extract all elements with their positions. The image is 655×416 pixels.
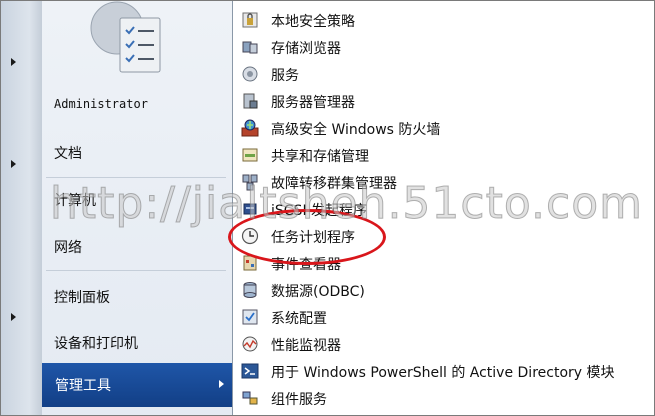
submenu-item-services[interactable]: 服务 xyxy=(233,61,655,87)
submenu-label: 共享和存储管理 xyxy=(271,149,369,165)
start-menu-left-strip xyxy=(0,0,43,416)
services-icon xyxy=(242,66,258,82)
submenu-label: 服务 xyxy=(271,68,299,84)
storage-explorer-icon xyxy=(242,41,258,54)
pane-separator xyxy=(46,177,226,178)
powershell-icon xyxy=(241,363,259,379)
submenu-label: 故障转移群集管理器 xyxy=(271,176,397,192)
submenu-item-ad-powershell[interactable]: 用于 Windows PowerShell 的 Active Directory… xyxy=(233,358,655,384)
submenu-item-iscsi[interactable]: iSCSI 发起程序 xyxy=(233,196,655,222)
submenu-item-system-config[interactable]: 系统配置 xyxy=(233,304,655,330)
submenu-item-failover-cluster[interactable]: 故障转移群集管理器 xyxy=(233,169,655,195)
server-manager-icon xyxy=(243,93,258,109)
submenu-label: 事件查看器 xyxy=(271,257,341,273)
failover-cluster-icon xyxy=(242,174,258,191)
performance-monitor-icon xyxy=(242,336,258,352)
firewall-icon xyxy=(241,119,259,137)
submenu-label: 系统配置 xyxy=(271,311,327,327)
submenu-label: 用于 Windows PowerShell 的 Active Directory… xyxy=(271,365,615,381)
component-services-icon xyxy=(242,391,258,405)
username[interactable]: Administrator xyxy=(54,97,148,111)
submenu-item-event-viewer[interactable]: 事件查看器 xyxy=(233,250,655,276)
submenu-label: 组件服务 xyxy=(271,392,327,408)
expand-arrow-icon[interactable] xyxy=(11,160,16,168)
share-storage-icon xyxy=(242,148,258,162)
submenu-label: 存储浏览器 xyxy=(271,41,341,57)
expand-arrow-icon[interactable] xyxy=(11,313,16,321)
admin-tools-item[interactable]: 管理工具 xyxy=(42,363,232,407)
expand-arrow-icon[interactable] xyxy=(11,58,16,66)
devices-printers-item[interactable]: 设备和打印机 xyxy=(54,333,138,353)
control-panel-item[interactable]: 控制面板 xyxy=(54,287,110,307)
clock-icon xyxy=(241,227,259,245)
system-config-icon xyxy=(242,309,258,325)
odbc-icon xyxy=(243,282,257,298)
submenu-item-component-services[interactable]: 组件服务 xyxy=(233,385,655,411)
submenu-label: 本地安全策略 xyxy=(271,14,355,30)
submenu-item-server-manager[interactable]: 服务器管理器 xyxy=(233,88,655,114)
network-item[interactable]: 网络 xyxy=(54,237,82,257)
submenu-label: 性能监视器 xyxy=(271,338,341,354)
submenu-label: iSCSI 发起程序 xyxy=(271,203,368,219)
admin-user-icon xyxy=(90,1,161,73)
pane-separator xyxy=(46,270,226,271)
event-viewer-icon xyxy=(243,255,257,271)
admin-tools-label: 管理工具 xyxy=(55,378,111,394)
submenu-item-firewall[interactable]: 高级安全 Windows 防火墙 xyxy=(233,115,655,141)
submenu-item-share-storage[interactable]: 共享和存储管理 xyxy=(233,142,655,168)
admin-tools-submenu: 本地安全策略 存储浏览器 服务 服务器管理器 高级安全 Windows 防火墙 xyxy=(232,0,655,416)
submenu-label: 服务器管理器 xyxy=(271,95,355,111)
submenu-item-task-scheduler[interactable]: 任务计划程序 xyxy=(233,223,655,249)
iscsi-icon xyxy=(243,203,257,215)
folder-icon xyxy=(243,0,257,1)
submenu-label: 高级安全 Windows 防火墙 xyxy=(271,122,441,138)
submenu-arrow-icon xyxy=(219,380,224,388)
submenu-item-odbc[interactable]: 数据源(ODBC) xyxy=(233,277,655,303)
submenu-label: 任务计划程序 xyxy=(271,230,355,246)
documents-item[interactable]: 文档 xyxy=(54,143,82,163)
submenu-label: 数据源(ODBC) xyxy=(271,284,365,300)
submenu-item-performance-monitor[interactable]: 性能监视器 xyxy=(233,331,655,357)
submenu-item-storage-explorer[interactable]: 存储浏览器 xyxy=(233,34,655,60)
submenu-item-security-policy[interactable]: 本地安全策略 xyxy=(233,7,655,33)
submenu-item-clipped[interactable] xyxy=(233,0,655,6)
security-policy-icon xyxy=(242,12,258,28)
computer-item[interactable]: 计算机 xyxy=(54,190,96,210)
